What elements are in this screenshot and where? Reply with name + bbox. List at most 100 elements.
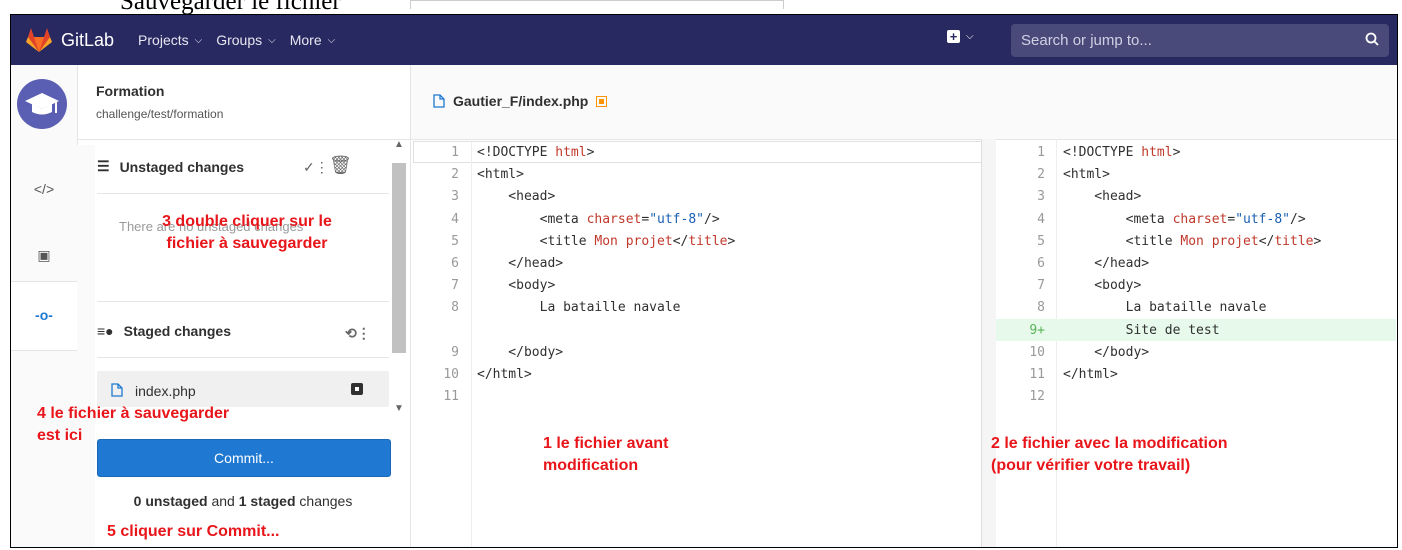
diff-pane-divider[interactable] xyxy=(981,139,996,547)
nav-projects-label: Projects xyxy=(138,32,189,48)
staged-header: ≡● Staged changes xyxy=(97,323,231,339)
scroll-down-icon[interactable]: ▼ xyxy=(394,403,404,414)
annotation-1-line1: 1 le fichier avant xyxy=(543,435,669,452)
code-line[interactable]: <html> xyxy=(1063,167,1110,182)
annotation-3-line1: 3 double cliquer sur le xyxy=(162,213,332,230)
line-number: 1 xyxy=(451,145,459,160)
modified-icon xyxy=(596,95,608,107)
line-number: 6 xyxy=(451,256,459,271)
caption-frame xyxy=(410,0,784,9)
unstage-all-icon[interactable]: ⟲⋮ xyxy=(345,325,371,342)
summary-suffix: changes xyxy=(295,493,353,509)
file-path: Gautier_F/index.php xyxy=(453,93,589,109)
code-line[interactable]: <meta charset="utf-8"/> xyxy=(477,212,720,227)
line-number: 3 xyxy=(451,189,459,205)
search-input[interactable]: Search or jump to... xyxy=(1011,24,1389,57)
screenshot-frame: GitLab Projects ⌵ Groups ⌵ More ⌵ + ⌵ Searc… xyxy=(10,14,1398,548)
line-number: 6 xyxy=(1037,256,1045,271)
search-placeholder: Search or jump to... xyxy=(1021,32,1152,49)
nav-more[interactable]: More ⌵ xyxy=(290,32,336,48)
line-number: 10 xyxy=(1029,344,1045,360)
code-line[interactable]: <body> xyxy=(1063,278,1141,293)
code-line[interactable]: </head> xyxy=(477,256,563,271)
annotation-1-line2: modification xyxy=(543,457,639,474)
code-line[interactable]: <!DOCTYPE html> xyxy=(477,145,594,160)
code-line[interactable]: <head> xyxy=(1063,189,1141,204)
project-name[interactable]: Formation xyxy=(96,83,164,99)
code-line[interactable]: </html> xyxy=(477,367,532,382)
code-line[interactable]: La bataille navale xyxy=(477,300,681,315)
project-avatar[interactable] xyxy=(17,79,67,129)
line-number: 4 xyxy=(1037,211,1045,227)
annotation-2-line1: 2 le fichier avec la modification xyxy=(991,435,1228,452)
changes-summary: 0 unstaged and 1 staged changes xyxy=(97,493,389,509)
nav-groups-label: Groups xyxy=(216,32,263,48)
annotation-4-line1: 4 le fichier à sauvegarder xyxy=(37,405,230,422)
staged-file-name[interactable]: index.php xyxy=(135,383,196,399)
line-number: 8 xyxy=(1037,300,1045,316)
line-number: 7 xyxy=(1037,278,1045,294)
staged-list-icon: ≡● xyxy=(97,323,114,339)
code-line[interactable]: <!DOCTYPE html> xyxy=(1063,145,1180,160)
line-number: 9+ xyxy=(1029,322,1045,338)
gutter-line xyxy=(1056,139,1057,547)
scrollbar-thumb[interactable] xyxy=(392,163,406,353)
code-line[interactable]: </body> xyxy=(477,345,563,360)
ide-activity-bar: </> ▣ -o- xyxy=(11,65,78,547)
code-line[interactable]: </head> xyxy=(1063,256,1149,271)
file-icon xyxy=(111,383,123,397)
gutter-line xyxy=(471,139,472,547)
code-icon[interactable]: </> xyxy=(11,181,77,197)
code-line[interactable]: <meta charset="utf-8"/> xyxy=(1063,212,1306,227)
search-icon xyxy=(1365,32,1379,46)
unstaged-count: 0 unstaged xyxy=(133,493,208,509)
divider xyxy=(77,139,411,140)
summary-and: and xyxy=(207,493,239,509)
line-number: 4 xyxy=(451,211,459,227)
unstaged-header: ☰ Unstaged changes xyxy=(97,158,244,175)
nav-groups[interactable]: Groups ⌵ xyxy=(216,32,276,48)
code-line[interactable]: </html> xyxy=(1063,367,1118,382)
code-line[interactable]: <title Mon projet</title> xyxy=(1063,234,1322,249)
code-line[interactable]: Site de test xyxy=(1063,323,1220,338)
line-number: 10 xyxy=(443,367,459,382)
file-icon xyxy=(433,94,445,108)
line-number: 5 xyxy=(1037,233,1045,249)
code-line[interactable]: <head> xyxy=(477,189,555,204)
scroll-up-icon[interactable]: ▲ xyxy=(394,139,404,150)
graduation-cap-icon xyxy=(25,93,59,115)
brand-name[interactable]: GitLab xyxy=(61,30,114,51)
new-dropdown-button[interactable]: + ⌵ xyxy=(947,30,974,43)
stage-all-icon[interactable]: ✓⋮ xyxy=(303,159,329,176)
commit-icon[interactable]: -o- xyxy=(11,307,77,323)
line-number: 1 xyxy=(1037,145,1045,160)
trash-icon[interactable]: 🗑 xyxy=(329,155,352,176)
annotation-2-line2: (pour vérifier votre travail) xyxy=(991,457,1191,474)
line-number: 2 xyxy=(1037,167,1045,183)
chevron-down-icon: ⌵ xyxy=(966,31,974,42)
line-number: 7 xyxy=(451,278,459,294)
annotation-3: 3 double cliquer sur le fichier à sauvega… xyxy=(123,211,371,255)
nav-more-label: More xyxy=(289,32,322,48)
annotation-5: 5 cliquer sur Commit... xyxy=(107,523,280,540)
code-line[interactable]: La bataille navale xyxy=(1063,300,1267,315)
staged-title: Staged changes xyxy=(123,323,231,339)
unstaged-title: Unstaged changes xyxy=(119,158,245,175)
divider xyxy=(97,357,389,358)
list-icon: ☰ xyxy=(97,158,110,174)
plus-square-icon: + xyxy=(947,30,960,43)
code-line[interactable]: <body> xyxy=(477,278,555,293)
panel-gutter xyxy=(77,145,95,547)
code-line[interactable]: </body> xyxy=(1063,345,1149,360)
code-line[interactable]: <title Mon projet</title> xyxy=(477,234,736,249)
gitlab-logo-icon[interactable] xyxy=(25,27,53,53)
staged-count: 1 staged xyxy=(238,493,296,509)
annotation-4-line2: est ici xyxy=(37,427,83,444)
line-number: 11 xyxy=(1029,367,1045,382)
nav-projects[interactable]: Projects ⌵ xyxy=(138,32,202,48)
annotation-4: 4 le fichier à sauvegarder est ici xyxy=(37,403,229,447)
chevron-down-icon: ⌵ xyxy=(327,34,336,46)
code-line[interactable]: <html> xyxy=(477,167,524,182)
review-icon[interactable]: ▣ xyxy=(11,247,77,264)
file-tab[interactable]: Gautier_F/index.php xyxy=(433,93,608,109)
